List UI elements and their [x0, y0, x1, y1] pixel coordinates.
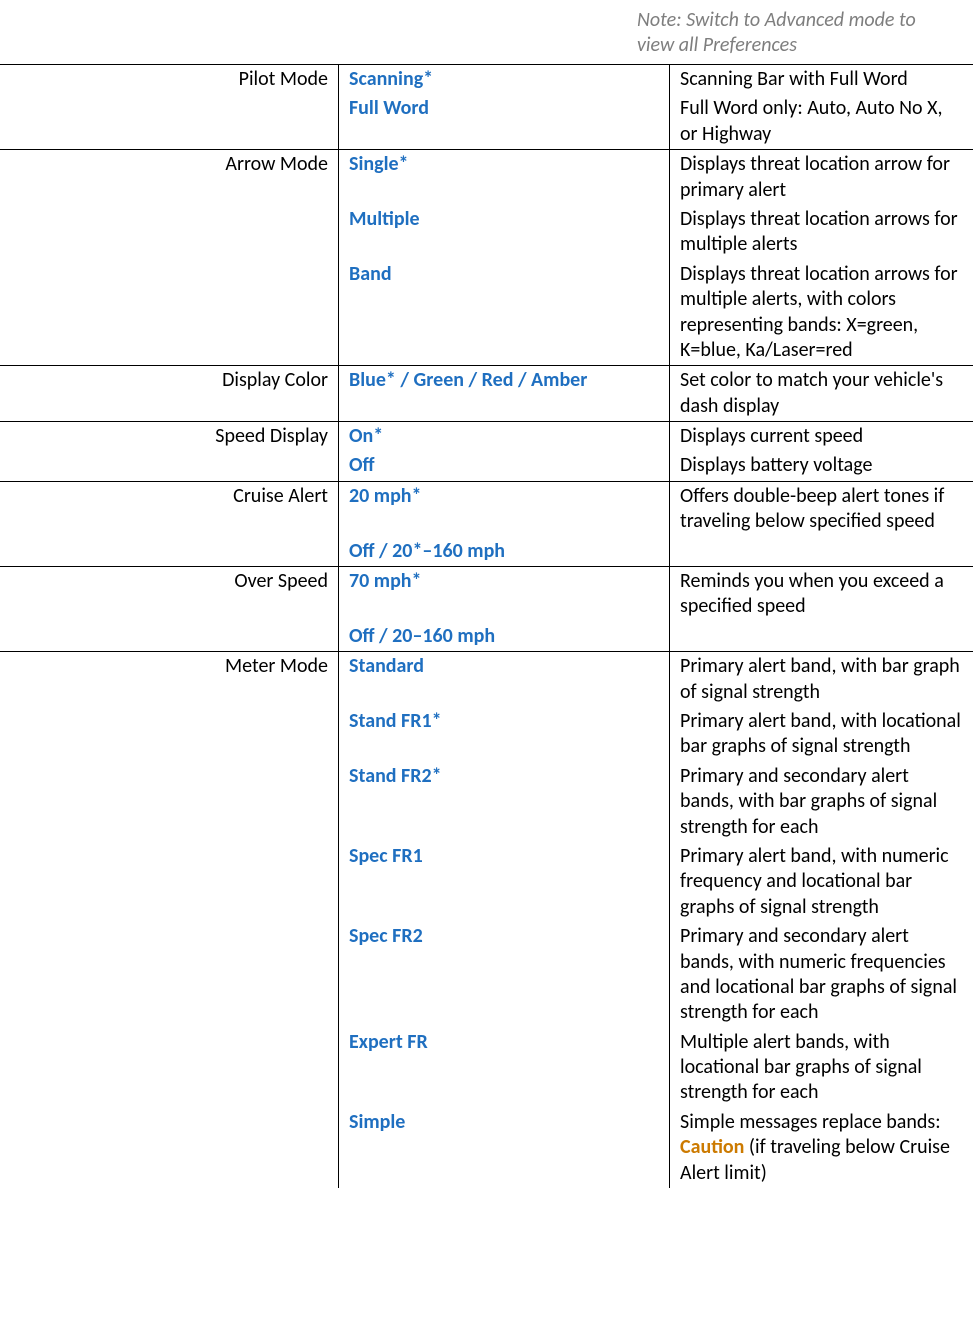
- pref-option-text: Spec FR2: [349, 924, 423, 948]
- pref-label: [0, 707, 339, 762]
- pref-option-text: Stand FR1*: [349, 709, 442, 733]
- pref-label: Speed Display: [0, 422, 339, 452]
- pref-label: [0, 1028, 339, 1108]
- pref-option-text: On*: [349, 424, 383, 448]
- pref-description: Primary alert band, with locational bar …: [670, 707, 973, 762]
- pref-description: Multiple alert bands, with locational ba…: [670, 1028, 973, 1108]
- pref-option: Stand FR1*: [339, 707, 670, 762]
- pref-description: Displays current speed: [670, 422, 973, 452]
- pref-label: [0, 922, 339, 1028]
- pref-description: [670, 537, 973, 567]
- pref-description: Primary alert band, with numeric frequen…: [670, 842, 973, 922]
- pref-option: Spec FR2: [339, 922, 670, 1028]
- pref-option: Spec FR1: [339, 842, 670, 922]
- pref-option-text: Standard: [349, 654, 424, 678]
- pref-option: Full Word: [339, 94, 670, 149]
- pref-description: Full Word only: Auto, Auto No X, or High…: [670, 94, 973, 149]
- pref-option: Off: [339, 451, 670, 481]
- pref-option: Multiple: [339, 205, 670, 260]
- pref-option-text: 20 mph*: [349, 484, 422, 508]
- pref-option-text: Expert FR: [349, 1030, 428, 1054]
- preferences-table: Pilot Mode Scanning* Scanning Bar with Ful…: [0, 64, 973, 1188]
- pref-description: Primary alert band, with bar graph of si…: [670, 652, 973, 707]
- pref-label: [0, 1108, 339, 1188]
- pref-option: 70 mph*: [339, 567, 670, 622]
- pref-label: Meter Mode: [0, 652, 339, 707]
- pref-option-text: Off: [349, 453, 375, 477]
- pref-label: Arrow Mode: [0, 150, 339, 205]
- pref-label: Cruise Alert: [0, 481, 339, 536]
- pref-description: Primary and secondary alert bands, with …: [670, 922, 973, 1028]
- pref-description: Displays threat location arrows for mult…: [670, 260, 973, 366]
- pref-label: [0, 205, 339, 260]
- pref-option: Standard: [339, 652, 670, 707]
- pref-option: Off / 20*–160 mph: [339, 537, 670, 567]
- pref-description: Primary and secondary alert bands, with …: [670, 762, 973, 842]
- pref-option: Single*: [339, 150, 670, 205]
- pref-option-text: Multiple: [349, 207, 420, 231]
- pref-option: Scanning*: [339, 65, 670, 95]
- pref-option: Band: [339, 260, 670, 366]
- pref-label: Pilot Mode: [0, 65, 339, 95]
- pref-label: [0, 842, 339, 922]
- pref-description: Displays threat location arrow for prima…: [670, 150, 973, 205]
- pref-label: [0, 260, 339, 366]
- pref-description: [670, 622, 973, 652]
- pref-option: Expert FR: [339, 1028, 670, 1108]
- pref-option-text: 70 mph*: [349, 569, 422, 593]
- pref-description-part: Simple messages replace bands:: [680, 1110, 941, 1134]
- pref-description: Displays battery voltage: [670, 451, 973, 481]
- pref-description: Offers double-beep alert tones if travel…: [670, 481, 973, 536]
- pref-label: Display Color: [0, 366, 339, 422]
- pref-option-text: Off / 20–160 mph: [349, 624, 495, 648]
- pref-description: Displays threat location arrows for mult…: [670, 205, 973, 260]
- pref-option-text: Scanning*: [349, 67, 433, 91]
- pref-option-text: Band: [349, 262, 392, 286]
- pref-description-part: Caution: [680, 1135, 744, 1159]
- pref-option: Simple: [339, 1108, 670, 1188]
- pref-option: Blue* / Green / Red / Amber: [339, 366, 670, 422]
- pref-option-text: Off / 20*–160 mph: [349, 539, 505, 563]
- pref-label: [0, 762, 339, 842]
- preferences-note: Note: Switch to Advanced mode to view al…: [627, 0, 962, 64]
- pref-option-text: Spec FR1: [349, 844, 423, 868]
- pref-label: [0, 622, 339, 652]
- pref-option-text: Stand FR2*: [349, 764, 442, 788]
- pref-description: Set color to match your vehicle's dash d…: [670, 366, 973, 422]
- pref-label: [0, 94, 339, 149]
- pref-option-text: Full Word: [349, 96, 429, 120]
- pref-option-text: Simple: [349, 1110, 405, 1134]
- pref-option-text: Blue* / Green / Red / Amber: [349, 368, 587, 392]
- pref-label: [0, 537, 339, 567]
- pref-description: Reminds you when you exceed a specified …: [670, 567, 973, 622]
- pref-option-text: Single*: [349, 152, 409, 176]
- pref-description: Scanning Bar with Full Word: [670, 65, 973, 95]
- pref-label: Over Speed: [0, 567, 339, 622]
- pref-option: 20 mph*: [339, 481, 670, 536]
- pref-option: Off / 20–160 mph: [339, 622, 670, 652]
- pref-label: [0, 451, 339, 481]
- pref-description: Simple messages replace bands: Caution (…: [670, 1108, 973, 1188]
- pref-option: On*: [339, 422, 670, 452]
- pref-option: Stand FR2*: [339, 762, 670, 842]
